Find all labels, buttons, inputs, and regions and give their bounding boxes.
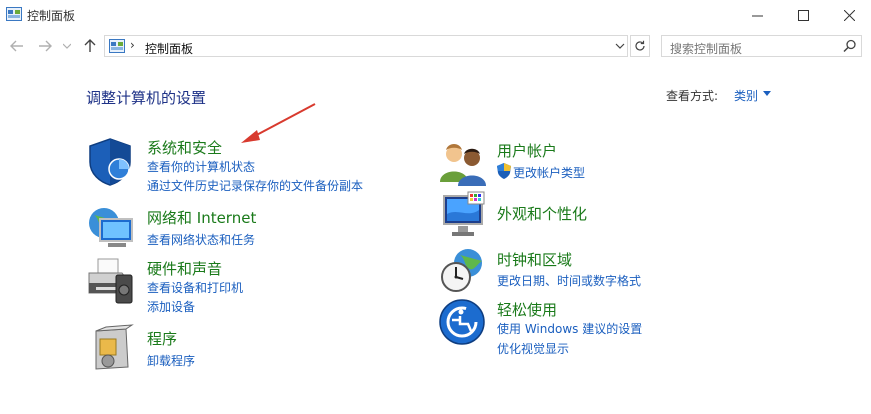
category-title-hardware-sound[interactable]: 硬件和声音 <box>147 258 222 279</box>
programs-icon[interactable] <box>86 323 136 373</box>
chevron-down-icon <box>63 43 71 49</box>
chevron-down-icon[interactable] <box>613 39 627 53</box>
link-optimize-visual-display[interactable]: 优化视觉显示 <box>497 340 569 357</box>
maximize-icon <box>797 9 809 21</box>
page-title: 调整计算机的设置 <box>86 89 207 107</box>
recent-locations-button[interactable] <box>61 37 73 55</box>
back-button[interactable] <box>8 37 26 55</box>
link-add-device[interactable]: 添加设备 <box>147 298 195 315</box>
category-title-clock-region[interactable]: 时钟和区域 <box>497 249 572 270</box>
breadcrumb-separator: › <box>130 38 135 52</box>
users-icon[interactable] <box>438 138 488 188</box>
address-bar[interactable]: › 控制面板 <box>104 35 628 57</box>
search-input[interactable]: 搜索控制面板 <box>661 35 862 57</box>
category-title-network-internet[interactable]: 网络和 Internet <box>147 207 256 228</box>
link-change-date-time-format[interactable]: 更改日期、时间或数字格式 <box>497 272 641 289</box>
link-change-account-type[interactable]: 更改帐户类型 <box>513 164 585 181</box>
printer-icon[interactable] <box>86 257 136 307</box>
maximize-button[interactable] <box>780 0 826 30</box>
up-arrow-icon <box>84 39 96 52</box>
forward-button[interactable] <box>36 37 54 55</box>
category-title-system-security[interactable]: 系统和安全 <box>147 137 222 158</box>
monitor-icon[interactable] <box>438 190 488 240</box>
control-panel-icon <box>109 39 125 53</box>
title-bar: 控制面板 <box>0 0 871 30</box>
annotation-arrow <box>241 103 316 143</box>
link-view-network-status[interactable]: 查看网络状态和任务 <box>147 231 255 248</box>
category-title-ease-of-access[interactable]: 轻松使用 <box>497 299 557 320</box>
link-recommended-settings[interactable]: 使用 Windows 建议的设置 <box>497 320 642 337</box>
caret-down-icon[interactable] <box>763 91 771 96</box>
uac-shield-icon <box>497 163 511 179</box>
breadcrumb-item[interactable]: 控制面板 <box>145 40 193 57</box>
shield-icon[interactable] <box>86 136 136 186</box>
minimize-button[interactable] <box>734 0 780 30</box>
control-panel-icon <box>6 7 22 21</box>
close-icon <box>843 9 855 21</box>
view-by-dropdown[interactable]: 类别 <box>734 87 758 104</box>
search-icon[interactable] <box>842 39 858 53</box>
network-icon[interactable] <box>86 203 136 253</box>
link-view-devices-printers[interactable]: 查看设备和打印机 <box>147 279 243 296</box>
view-by-label: 查看方式: <box>666 89 719 103</box>
close-button[interactable] <box>826 0 871 30</box>
link-view-computer-status[interactable]: 查看你的计算机状态 <box>147 158 255 175</box>
refresh-button[interactable] <box>630 35 650 57</box>
up-button[interactable] <box>81 37 99 55</box>
window-title: 控制面板 <box>27 9 76 23</box>
category-title-programs[interactable]: 程序 <box>147 328 177 349</box>
minimize-icon <box>751 15 763 16</box>
category-title-appearance-personalization[interactable]: 外观和个性化 <box>497 203 587 224</box>
forward-arrow-icon <box>39 40 52 52</box>
category-title-user-accounts[interactable]: 用户帐户 <box>497 140 557 161</box>
refresh-icon <box>635 40 645 51</box>
search-placeholder: 搜索控制面板 <box>670 42 743 56</box>
ease-of-access-icon[interactable] <box>438 298 488 348</box>
back-arrow-icon <box>10 40 23 52</box>
clock-globe-icon[interactable] <box>438 245 488 295</box>
link-uninstall-program[interactable]: 卸载程序 <box>147 352 195 369</box>
link-file-history-backup[interactable]: 通过文件历史记录保存你的文件备份副本 <box>147 177 363 194</box>
